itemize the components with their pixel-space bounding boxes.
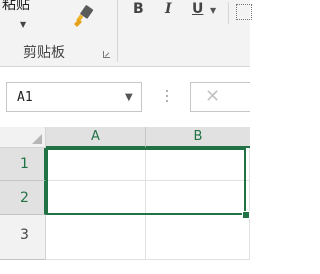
cell-a3[interactable] <box>46 215 146 260</box>
bold-button[interactable]: B <box>133 1 144 17</box>
clipboard-group-label: 剪贴板 <box>23 45 65 61</box>
format-painter-icon[interactable] <box>70 4 96 30</box>
row-header-1[interactable]: 1 <box>0 148 46 181</box>
select-all-triangle-icon <box>32 134 42 144</box>
name-box-chevron-down-icon[interactable]: ▼ <box>125 92 133 103</box>
clipboard-dialog-launcher-icon[interactable] <box>103 51 110 58</box>
italic-button[interactable]: I <box>165 1 172 17</box>
column-header-b[interactable]: B <box>146 127 250 148</box>
ribbon-separator <box>117 0 118 62</box>
select-all-corner[interactable] <box>0 127 46 148</box>
cancel-entry-button[interactable]: ✕ <box>190 82 250 112</box>
spreadsheet-grid: A B 1 2 3 <box>0 127 250 274</box>
paste-options-dropdown[interactable]: ▼ <box>20 20 26 29</box>
fill-handle[interactable] <box>242 211 250 219</box>
selection-range <box>46 148 246 215</box>
cell-b3[interactable] <box>146 215 250 260</box>
row-header-3[interactable]: 3 <box>0 215 46 260</box>
underline-options-chevron-icon[interactable]: ▼ <box>210 6 216 15</box>
close-icon: ✕ <box>205 86 221 107</box>
ribbon-separator <box>228 2 229 24</box>
paste-button-label[interactable]: 粘贴 <box>2 0 30 14</box>
name-box-value: A1 <box>17 90 33 105</box>
borders-icon[interactable] <box>236 4 252 20</box>
row-header-2[interactable]: 2 <box>0 181 46 215</box>
ribbon: 粘贴 ▼ B I U ▼ 剪贴板 <box>0 0 252 67</box>
formula-bar-resize-handle[interactable] <box>166 88 169 104</box>
column-header-a[interactable]: A <box>46 127 146 148</box>
name-box[interactable]: A1 ▼ <box>6 82 142 112</box>
underline-button[interactable]: U <box>192 1 203 17</box>
